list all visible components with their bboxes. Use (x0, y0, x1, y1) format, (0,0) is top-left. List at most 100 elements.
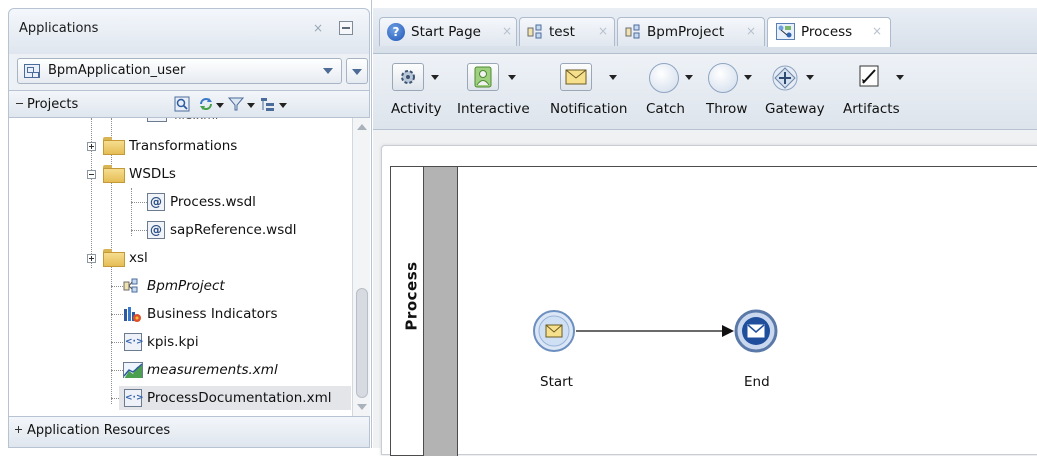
bpm-project-icon (625, 24, 640, 39)
chevron-down-icon[interactable] (609, 75, 617, 80)
projects-label[interactable]: Projects (27, 97, 78, 112)
chevron-down-icon[interactable] (247, 103, 255, 108)
chevron-down-icon[interactable] (431, 75, 439, 80)
annotation-icon[interactable] (857, 63, 883, 91)
close-icon[interactable]: × (746, 24, 756, 38)
tree-item-transformations[interactable]: Transformations (9, 134, 349, 158)
minimize-icon[interactable] (339, 21, 353, 35)
tree-item-bpmproject[interactable]: BpmProject (9, 274, 349, 298)
notification-tool-button[interactable] (560, 63, 592, 91)
end-event[interactable] (734, 309, 778, 353)
start-event-label: Start (540, 374, 573, 390)
application-select[interactable]: BpmApplication_user (17, 58, 342, 84)
tree-item-processdocumentation[interactable]: <·> ProcessDocumentation.xml (9, 386, 349, 410)
sync-icon[interactable] (198, 96, 214, 112)
tree-scrollbar[interactable] (352, 118, 370, 416)
start-event[interactable] (533, 310, 575, 352)
application-menu-button[interactable] (346, 58, 368, 84)
applications-panel: Applications × BpmApplication_user Proje… (0, 0, 372, 448)
editor-area: ? Start Page × test × BpmProject × Proce… (373, 0, 1037, 456)
swimlane-title: Process (402, 261, 421, 331)
artifacts-tool-label[interactable]: Artifacts (843, 101, 900, 117)
activity-tool-label[interactable]: Activity (391, 101, 442, 117)
project-tree: file.xml Transformations WSDLs @ Process… (8, 118, 352, 416)
process-canvas[interactable]: Process Start End (381, 145, 1037, 456)
wsdl-file-icon: @ (147, 193, 165, 211)
tab-start-page[interactable]: ? Start Page × (379, 17, 517, 46)
close-icon[interactable]: × (502, 24, 512, 38)
tab-process[interactable]: Process × (767, 17, 891, 47)
chevron-down-icon[interactable] (744, 75, 752, 80)
help-icon: ? (387, 23, 405, 41)
throw-tool-label[interactable]: Throw (706, 101, 747, 117)
gateway-tool-label[interactable]: Gateway (765, 101, 825, 117)
chevron-down-icon[interactable] (216, 103, 224, 108)
tab-test[interactable]: test × (519, 17, 615, 46)
chevron-down-icon[interactable] (685, 75, 693, 80)
tree-item-business-indicators[interactable]: Business Indicators (9, 302, 349, 326)
chevron-down-icon[interactable] (896, 75, 904, 80)
scroll-down-icon[interactable] (357, 404, 367, 410)
interactive-tool-label[interactable]: Interactive (457, 101, 530, 117)
tree-item-label: Process.wsdl (170, 194, 256, 210)
chevron-down-icon[interactable] (508, 75, 516, 80)
end-event-label: End (744, 374, 770, 390)
tree-item-label: WSDLs (129, 166, 176, 182)
bpm-project-icon (123, 278, 138, 293)
application-select-value: BpmApplication_user (48, 63, 186, 78)
tab-bpmproject[interactable]: BpmProject × (617, 17, 765, 46)
application-resources-bar[interactable]: Application Resources (8, 416, 370, 448)
notification-tool-label[interactable]: Notification (550, 101, 627, 117)
tree-item-kpis[interactable]: <·> kpis.kpi (9, 330, 349, 354)
tree-item-label: Business Indicators (147, 306, 278, 322)
tree-options-icon[interactable] (260, 96, 276, 112)
wsdl-file-icon: @ (147, 221, 165, 239)
collapse-icon[interactable] (87, 170, 96, 179)
tree-item-sapreference-wsdl[interactable]: @ sapReference.wsdl (9, 218, 349, 242)
business-indicators-icon (124, 307, 141, 322)
tree-item-xsl[interactable]: xsl (9, 246, 349, 270)
envelope-icon (565, 69, 587, 85)
swimlane-role-bar[interactable] (424, 166, 458, 456)
catch-event-icon[interactable] (649, 63, 679, 93)
tree-item-process-wsdl[interactable]: @ Process.wsdl (9, 190, 349, 214)
interactive-tool-button[interactable] (467, 63, 499, 91)
filter-icon[interactable] (228, 96, 244, 112)
bpm-project-icon (527, 24, 542, 39)
tree-item-label: BpmProject (147, 278, 225, 294)
swimlane-header[interactable]: Process (390, 166, 424, 456)
expand-icon[interactable] (87, 254, 96, 263)
close-icon[interactable]: × (313, 21, 323, 35)
chevron-down-icon[interactable] (279, 103, 287, 108)
close-icon[interactable]: × (872, 24, 882, 38)
tree-item-wsdls[interactable]: WSDLs (9, 162, 349, 186)
application-icon (24, 64, 40, 78)
folder-icon (103, 165, 125, 183)
activity-tool-button[interactable] (392, 63, 424, 91)
clipped-file-label: file.xml (174, 118, 218, 122)
throw-event-icon[interactable] (708, 63, 738, 93)
tree-item-label: kpis.kpi (147, 334, 199, 350)
close-icon[interactable]: × (598, 24, 608, 38)
tree-item-label: Transformations (129, 138, 238, 154)
expand-icon[interactable] (87, 142, 96, 151)
tab-label: Start Page (411, 24, 481, 40)
bpmn-palette-toolbar: Activity Interactive Notification Catch (373, 54, 1037, 130)
tab-label: Process (801, 24, 853, 40)
tab-label: BpmProject (647, 24, 725, 40)
applications-panel-header: Applications × (8, 8, 370, 54)
tree-item-measurements[interactable]: measurements.xml (9, 358, 349, 382)
process-icon (776, 23, 795, 40)
expand-icon[interactable] (14, 425, 23, 434)
navigator-icon[interactable] (174, 96, 190, 112)
scroll-up-icon[interactable] (357, 124, 367, 130)
tree-item-label: measurements.xml (147, 362, 278, 378)
tree-item-label: xsl (129, 250, 148, 266)
catch-tool-label[interactable]: Catch (646, 101, 685, 117)
application-resources-label[interactable]: Application Resources (27, 423, 170, 438)
collapse-icon[interactable] (15, 98, 24, 107)
gateway-icon[interactable] (770, 63, 800, 93)
editor-tabs: ? Start Page × test × BpmProject × Proce… (373, 8, 1037, 54)
scrollbar-thumb[interactable] (356, 288, 368, 398)
chevron-down-icon[interactable] (806, 75, 814, 80)
